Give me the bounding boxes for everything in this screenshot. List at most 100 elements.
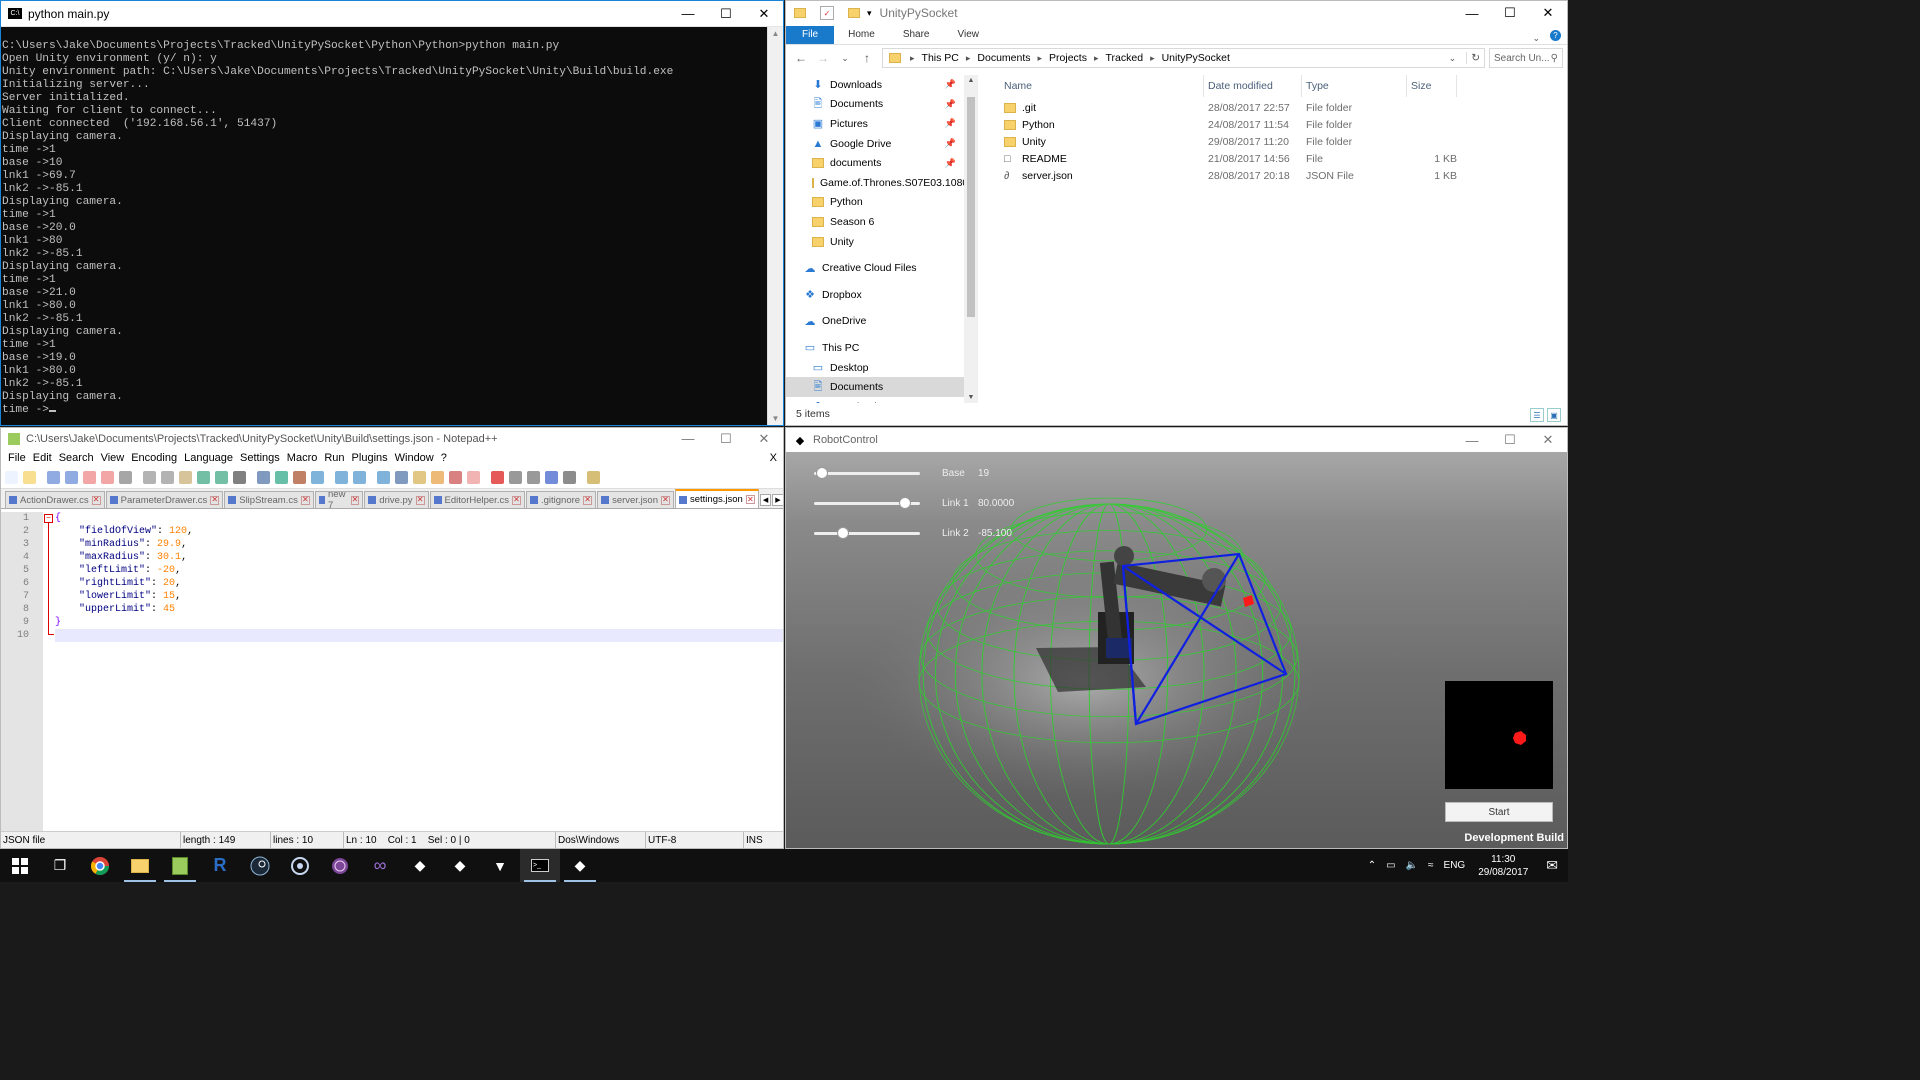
menu-item[interactable]: Edit <box>32 452 58 464</box>
breadcrumb-projects[interactable]: Projects <box>1049 52 1087 64</box>
save-macro-icon[interactable] <box>563 471 576 484</box>
address-dropdown-icon[interactable]: ⌄ <box>1449 53 1457 64</box>
paste-icon[interactable] <box>179 471 192 484</box>
nav-item[interactable]: ▣ Pictures 📌 <box>786 114 964 134</box>
document-tab[interactable]: new 7 ✕ <box>314 489 364 511</box>
menu-item[interactable]: Macro <box>286 452 324 464</box>
steam-icon[interactable] <box>240 849 280 882</box>
close-icon[interactable]: ✕ <box>1529 1 1567 25</box>
joint-slider[interactable] <box>814 496 920 509</box>
visual-studio-icon[interactable]: ∞ <box>360 849 400 882</box>
minimize-icon[interactable]: — <box>1453 1 1491 25</box>
nav-item[interactable]: Unity <box>786 232 964 252</box>
tab-share[interactable]: Share <box>889 26 944 44</box>
up-icon[interactable]: ↑ <box>856 51 878 65</box>
nav-item[interactable]: ▲ Google Drive 📌 <box>786 134 964 154</box>
file-row[interactable]: ∂ server.json 28/08/2017 20:18 JSON File 1 K… <box>998 168 1567 185</box>
slider-handle[interactable] <box>836 526 849 539</box>
notepad-plus-plus-icon[interactable] <box>160 849 200 882</box>
slider-handle[interactable] <box>816 466 829 479</box>
close-all-icon[interactable] <box>101 471 114 484</box>
zoom-in-icon[interactable] <box>275 471 288 484</box>
find-icon[interactable] <box>233 471 246 484</box>
stop-icon[interactable] <box>509 471 522 484</box>
nav-group[interactable]: ☁ OneDrive <box>786 312 964 332</box>
tor-icon[interactable] <box>320 849 360 882</box>
console-output[interactable]: C:\Users\Jake\Documents\Projects\Tracked… <box>1 27 767 425</box>
nav-pc-item[interactable]: 🖹 Documents <box>786 377 964 397</box>
file-row[interactable]: Unity 29/08/2017 11:20 File folder <box>998 133 1567 150</box>
document-tab[interactable]: drive.py ✕ <box>364 491 429 508</box>
document-tab[interactable]: settings.json ✕ <box>675 489 759 508</box>
sync-v-icon[interactable] <box>311 471 324 484</box>
print-icon[interactable] <box>119 471 132 484</box>
nav-pc-item[interactable]: ▭ Desktop <box>786 358 964 378</box>
tab-file[interactable]: File <box>786 26 835 44</box>
close-tab-icon[interactable]: ✕ <box>300 495 310 505</box>
play-icon[interactable] <box>527 471 540 484</box>
notepad-titlebar[interactable]: C:\Users\Jake\Documents\Projects\Tracked… <box>1 428 783 449</box>
nav-item[interactable]: Python <box>786 193 964 213</box>
nav-item[interactable]: ⬇ Downloads 📌 <box>786 75 964 95</box>
refresh-icon[interactable]: ↻ <box>1466 52 1484 64</box>
copy-icon[interactable] <box>161 471 174 484</box>
tab-view[interactable]: View <box>944 26 994 44</box>
redo-icon[interactable] <box>215 471 228 484</box>
unity-robot-control-window[interactable]: ◆ RobotControl — ☐ ✕ Base 19 Link 1 80.0000… <box>785 427 1568 849</box>
column-type[interactable]: Type <box>1302 75 1407 97</box>
nav-group[interactable]: ▭ This PC <box>786 338 964 358</box>
menu-item[interactable]: Language <box>183 452 239 464</box>
close-icon[interactable]: ✕ <box>1529 428 1567 452</box>
doc-map-icon[interactable] <box>431 471 444 484</box>
close-document-button[interactable]: X <box>769 452 783 464</box>
scroll-down-icon[interactable]: ▼ <box>768 414 783 423</box>
file-explorer-icon[interactable] <box>120 849 160 882</box>
zoom-out-icon[interactable] <box>293 471 306 484</box>
details-view-icon[interactable]: ☰ <box>1530 408 1544 422</box>
console-scrollbar[interactable]: ▲ ▼ <box>767 27 783 425</box>
close-icon[interactable]: ✕ <box>745 1 783 26</box>
nav-group[interactable]: ☁ Creative Cloud Files <box>786 258 964 278</box>
navigation-scrollbar[interactable]: ▲ ▼ <box>964 75 978 403</box>
lang-icon[interactable] <box>413 471 426 484</box>
document-tab[interactable]: ActionDrawer.cs ✕ <box>5 491 105 508</box>
wifi-icon[interactable]: ≈ <box>1423 860 1439 871</box>
scroll-up-icon[interactable]: ▲ <box>768 29 783 38</box>
menu-item[interactable]: Settings <box>239 452 286 464</box>
forward-icon[interactable]: → <box>812 51 834 65</box>
maximize-icon[interactable]: ☐ <box>707 1 745 26</box>
record-icon[interactable] <box>491 471 504 484</box>
document-tab[interactable]: SlipStream.cs ✕ <box>224 491 314 508</box>
code-editor[interactable]: 1 2 3 4 5 6 7 8 9 10 − { "fieldOfView": 120, "min… <box>1 512 783 831</box>
tray-overflow-icon[interactable]: ⌃ <box>1363 860 1381 871</box>
expand-ribbon-icon[interactable]: ⌄ <box>1532 33 1540 44</box>
task-view-icon[interactable]: ❐ <box>40 849 80 882</box>
recent-dropdown-icon[interactable]: ⌄ <box>834 53 856 64</box>
nav-item[interactable]: Season 6 <box>786 212 964 232</box>
menu-item[interactable]: ? <box>440 452 453 464</box>
document-tab[interactable]: server.json ✕ <box>597 491 674 508</box>
3d-scene-viewport[interactable]: Base 19 Link 1 80.0000 Link 2 -85.100 Start D… <box>786 452 1567 848</box>
r-icon[interactable]: R <box>200 849 240 882</box>
file-explorer-window[interactable]: ✓ ▾ UnityPySocket — ☐ ✕ File Home Share … <box>785 0 1568 426</box>
tab-scroll-right-icon[interactable]: ▶ <box>772 494 783 506</box>
language-indicator[interactable]: ENG <box>1439 860 1471 871</box>
minimize-icon[interactable]: — <box>1453 428 1491 452</box>
code-text[interactable]: { "fieldOfView": 120, "minRadius": 29.9,… <box>55 512 783 831</box>
menu-item[interactable]: Search <box>58 452 100 464</box>
start-button[interactable]: Start <box>1445 802 1553 822</box>
scroll-up-icon[interactable]: ▲ <box>964 77 978 84</box>
new-file-icon[interactable] <box>5 471 18 484</box>
large-icons-view-icon[interactable]: ▣ <box>1547 408 1561 422</box>
scroll-down-icon[interactable]: ▼ <box>964 394 978 401</box>
explorer-titlebar[interactable]: ✓ ▾ UnityPySocket — ☐ ✕ <box>786 1 1567 25</box>
unity-icon-2[interactable]: ◆ <box>440 849 480 882</box>
maximize-icon[interactable]: ☐ <box>707 428 745 449</box>
notepad-plus-plus-window[interactable]: C:\Users\Jake\Documents\Projects\Tracked… <box>0 427 784 849</box>
tab-scroll-left-icon[interactable]: ◀ <box>759 494 772 506</box>
nav-item[interactable]: 🖹 Documents 📌 <box>786 95 964 115</box>
close-tab-icon[interactable]: ✕ <box>210 495 220 505</box>
column-name[interactable]: Name <box>998 75 1204 97</box>
notifications-icon[interactable]: ✉ <box>1536 857 1568 874</box>
column-date-modified[interactable]: Date modified <box>1204 75 1302 97</box>
